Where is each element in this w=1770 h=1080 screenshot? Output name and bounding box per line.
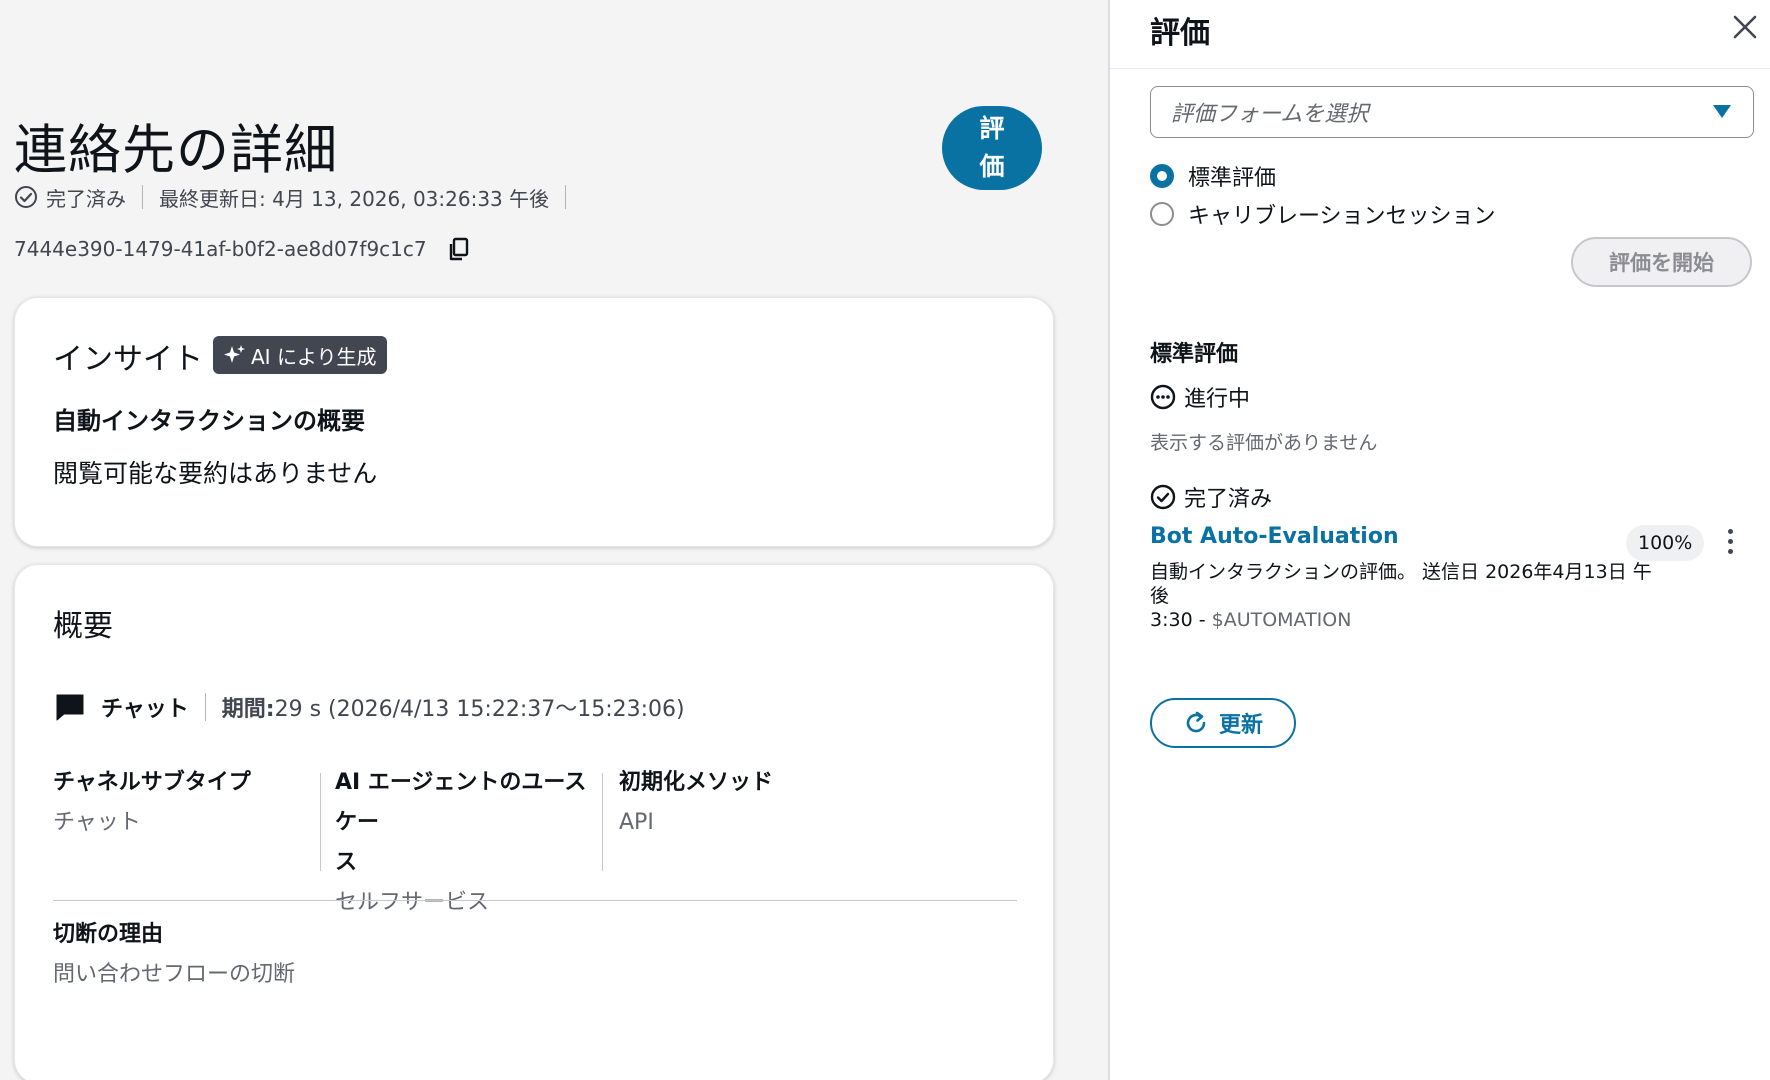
in-progress-row: 進行中 [1150, 380, 1250, 414]
init-method-field: 初期化メソッド API [619, 763, 919, 843]
evaluation-panel: 評価 評価フォームを選択 標準評価 キャリブレーションセッション 評価を開始 標… [1110, 0, 1770, 1080]
channel-subtype-field: チャネルサブタイプ チャット [53, 763, 353, 843]
field-label-line2: ス [335, 850, 358, 875]
check-circle-icon [15, 186, 37, 208]
chat-bubble-icon [56, 694, 84, 721]
evaluate-button-label-2: 価 [979, 152, 1005, 181]
evaluation-link[interactable]: Bot Auto-Evaluation [1150, 524, 1399, 549]
insights-card: インサイト AI により生成 自動インタラクションの概要 閲覧可能な要約はありま… [14, 297, 1054, 547]
field-label: チャネルサブタイプ [53, 770, 251, 795]
page-title: 連絡先の詳細 [14, 120, 338, 181]
divider [142, 185, 143, 209]
radio-calibration-session[interactable]: キャリブレーションセッション [1150, 197, 1496, 231]
description-line: 自動インタラクションの評価。 送信日 2026年4月13日 午後 [1150, 561, 1652, 607]
section-title: 標準評価 [1150, 342, 1239, 367]
evaluation-description: 自動インタラクションの評価。 送信日 2026年4月13日 午後 3:30 - … [1150, 560, 1670, 632]
sparkle-icon [224, 345, 245, 363]
ai-agent-usecase-field: AI エージェントのユースケー ス セルフサービス [335, 763, 605, 923]
channel-row: チャット 期間: 29 s (2026/4/13 15:22:37〜15:23:… [53, 687, 685, 727]
select-placeholder: 評価フォームを選択 [1171, 102, 1369, 127]
divider [565, 185, 567, 209]
field-value: チャット [53, 810, 141, 835]
last-updated-text: 最終更新日: 4月 13, 2026, 03:26:33 午後 [159, 186, 550, 211]
page: 連絡先の詳細 評 価 完了済み 最終更新日: 4月 13, 2026, 03:2… [0, 0, 1770, 1080]
contact-meta: 完了済み 最終更新日: 4月 13, 2026, 03:26:33 午後 [14, 182, 582, 212]
radio-unselected-icon[interactable] [1150, 202, 1174, 226]
copy-icon[interactable] [445, 235, 473, 263]
radio-standard-evaluation[interactable]: 標準評価 [1150, 159, 1276, 193]
radio-label: 標準評価 [1188, 166, 1277, 191]
duration-value: 29 s (2026/4/13 15:22:37〜15:23:06) [274, 697, 685, 722]
check-circle-icon [1150, 484, 1176, 510]
field-label-line1: AI エージェントのユースケー [335, 770, 587, 835]
completed-row: 完了済み [1150, 480, 1272, 514]
channel-label: チャット [101, 697, 189, 722]
evaluate-button-label-1: 評 [979, 114, 1005, 143]
field-value: 問い合わせフローの切断 [53, 962, 296, 987]
disconnect-reason-field: 切断の理由 問い合わせフローの切断 [53, 915, 353, 995]
field-value: API [619, 810, 654, 835]
close-icon[interactable] [1730, 12, 1760, 42]
radio-label: キャリブレーションセッション [1188, 204, 1496, 229]
caret-down-icon [1713, 105, 1731, 118]
section-divider [53, 900, 1017, 901]
more-options-icon[interactable] [1722, 526, 1738, 558]
divider [204, 693, 206, 721]
refresh-label: 更新 [1218, 713, 1263, 738]
in-progress-icon [1150, 384, 1176, 410]
radio-selected-icon[interactable] [1150, 164, 1174, 188]
field-label: 切断の理由 [53, 922, 164, 947]
submitted-time: 3:30 - [1150, 609, 1212, 631]
insights-title: インサイト [53, 342, 203, 377]
evaluation-form-select[interactable]: 評価フォームを選択 [1150, 86, 1754, 138]
completed-label: 完了済み [1184, 487, 1273, 512]
refresh-icon [1186, 711, 1206, 733]
column-divider [320, 773, 321, 871]
duration-label: 期間: [221, 697, 275, 722]
evaluate-button[interactable]: 評 価 [942, 106, 1042, 190]
empty-state-text: 表示する評価がありません [1150, 432, 1378, 454]
submitted-by: $AUTOMATION [1211, 609, 1352, 631]
status-text: 完了済み [46, 186, 126, 211]
column-divider [602, 773, 603, 871]
summary-text: 閲覧可能な要約はありません [53, 459, 378, 488]
contact-id: 7444e390-1479-41af-b0f2-ae8d07f9c1c7 [14, 237, 427, 261]
ai-badge-label: AI により生成 [251, 344, 377, 369]
ai-generated-badge: AI により生成 [213, 336, 387, 374]
in-progress-label: 進行中 [1184, 387, 1251, 412]
score-badge: 100% [1626, 525, 1705, 561]
overview-title: 概要 [53, 609, 113, 644]
overview-card: 概要 チャット 期間: 29 s (2026/4/13 15:22:37〜15:… [14, 564, 1054, 1080]
panel-title: 評価 [1150, 16, 1210, 51]
start-evaluation-button[interactable]: 評価を開始 [1571, 237, 1752, 287]
refresh-button[interactable]: 更新 [1150, 698, 1296, 748]
summary-heading: 自動インタラクションの概要 [53, 407, 365, 435]
field-label: 初期化メソッド [619, 770, 774, 795]
contact-details-main: 連絡先の詳細 評 価 完了済み 最終更新日: 4月 13, 2026, 03:2… [0, 0, 1108, 1080]
field-value: セルフサービス [335, 890, 490, 915]
divider [1110, 68, 1770, 69]
contact-id-row: 7444e390-1479-41af-b0f2-ae8d07f9c1c7 [14, 234, 473, 264]
description-line: 3:30 - $AUTOMATION [1150, 608, 1670, 632]
